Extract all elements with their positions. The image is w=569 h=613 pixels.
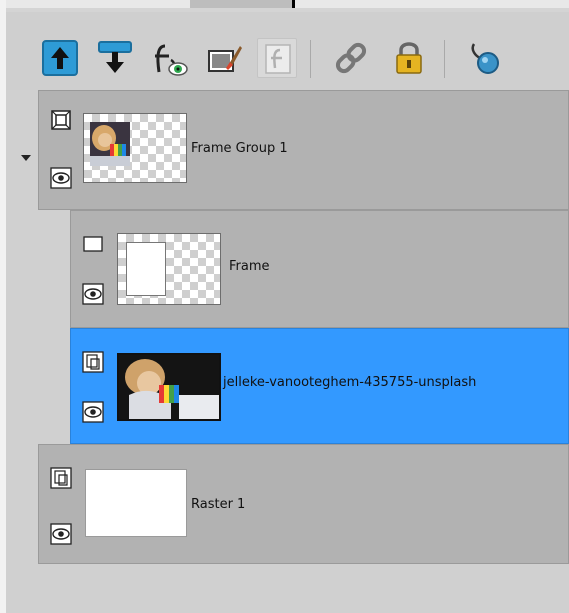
layer-row-frame[interactable]: Frame [70,210,569,328]
frame-shape [126,242,166,296]
move-layer-down-button[interactable] [95,38,135,78]
window-top-strip [0,0,569,8]
move-layer-up-button[interactable] [40,38,80,78]
layer-row-photo[interactable]: jelleke-vanooteghem-435755-unsplash [70,328,569,444]
layer-style-icon [265,44,291,74]
layer-name: Frame [229,259,270,274]
edit-layer-button[interactable] [204,38,244,78]
frame-group-icon [50,109,72,131]
mask-pin-icon [471,43,499,74]
raster-layer-icon [82,351,104,373]
expand-arrow-icon[interactable] [20,152,32,164]
visibility-eye-icon[interactable] [50,523,72,545]
layer-thumbnail [117,233,221,305]
arrow-down-icon [98,41,132,73]
lock-layer-button[interactable] [389,38,429,78]
photo-thumbnail [90,122,130,166]
layer-style-button[interactable] [257,38,297,78]
visibility-eye-icon[interactable] [82,401,104,423]
layer-row-raster[interactable]: Raster 1 [38,444,569,564]
chain-link-icon [335,42,367,74]
paint-brush-icon [208,46,242,72]
visibility-eye-icon[interactable] [82,283,104,305]
link-layers-button[interactable] [331,38,371,78]
photo-thumbnail [119,355,219,419]
layer-thumbnail [83,113,187,183]
layer-name: Raster 1 [191,497,246,512]
layer-name: Frame Group 1 [191,141,288,156]
arrow-up-icon [42,40,78,76]
layer-thumbnail [117,353,221,421]
toolbar-separator [310,40,311,78]
padlock-icon [396,42,422,74]
raster-layer-icon [50,467,72,489]
layer-thumbnail [85,469,187,537]
toolbar-separator [444,40,445,78]
mask-button[interactable] [464,38,504,78]
layer-row-frame-group[interactable]: Frame Group 1 [38,90,569,210]
visibility-eye-icon[interactable] [50,167,72,189]
layers-panel: Frame Group 1 Frame jelleke-vanooteghem-… [6,90,569,613]
layer-name: jelleke-vanooteghem-435755-unsplash [223,375,477,390]
layers-toolbar [6,12,569,91]
layer-effects-button[interactable] [149,38,189,78]
title-tab [190,0,295,8]
frame-rect-icon [82,233,104,255]
fx-eye-icon [155,44,188,76]
